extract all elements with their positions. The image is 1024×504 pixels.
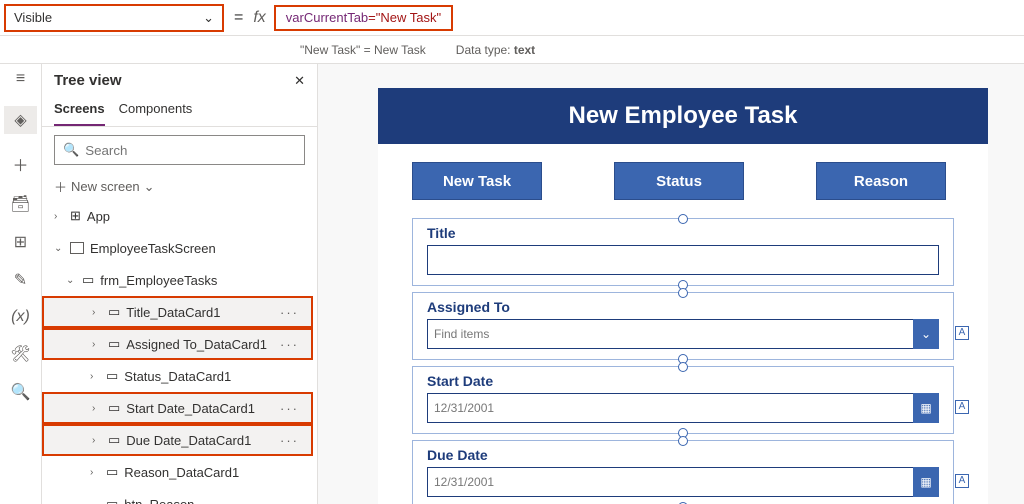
plus-icon[interactable]: ＋ <box>12 152 28 176</box>
data-icon[interactable]: 🗃 <box>10 194 30 214</box>
accessibility-badge: A <box>955 474 969 488</box>
card-start-date[interactable]: Start Date 12/31/2001▦ A <box>412 366 954 434</box>
tools-icon[interactable]: 🛠 <box>10 344 30 364</box>
card-label: Due Date <box>427 447 939 463</box>
card-assigned[interactable]: Assigned To Find items⌄ A <box>412 292 954 360</box>
search-field[interactable] <box>85 143 296 158</box>
variable-icon[interactable]: (x) <box>11 308 30 326</box>
card-title[interactable]: Title <box>412 218 954 286</box>
formula-string: ="New Task" <box>368 10 441 25</box>
start-date-picker[interactable]: 12/31/2001▦ <box>427 393 939 423</box>
tab-screens[interactable]: Screens <box>54 97 105 126</box>
tree-node-form[interactable]: ⌄▭frm_EmployeeTasks <box>42 264 317 296</box>
new-screen-button[interactable]: ＋ New screen ⌄ <box>42 173 317 200</box>
tree-node-assigned-card[interactable]: ›▭Assigned To_DataCard1··· <box>42 328 313 360</box>
tab-btn-new-task[interactable]: New Task <box>412 162 542 200</box>
hamburger-icon[interactable]: ≡ <box>16 70 25 88</box>
card-label: Assigned To <box>427 299 939 315</box>
tab-btn-reason[interactable]: Reason <box>816 162 946 200</box>
calendar-icon: ▦ <box>913 467 939 497</box>
chevron-down-icon: ⌄ <box>913 319 939 349</box>
tree-title: Tree view <box>54 72 122 89</box>
chevron-down-icon: ⌄ <box>144 179 155 195</box>
equals-sign: = <box>234 9 243 27</box>
tree-node-status-card[interactable]: ›▭Status_DataCard1 <box>42 360 317 392</box>
property-label: Visible <box>14 10 52 25</box>
title-input[interactable] <box>427 245 939 275</box>
formula-hint-left: "New Task" = New Task <box>300 43 426 57</box>
search-input[interactable]: 🔍 <box>54 135 305 165</box>
app-header: New Employee Task <box>378 88 988 144</box>
media-icon[interactable]: ⊞ <box>14 232 27 252</box>
fx-icon: fx <box>253 9 265 27</box>
tab-btn-status[interactable]: Status <box>614 162 744 200</box>
tree-node-app[interactable]: ›⊞App <box>42 200 317 232</box>
plus-icon: ＋ <box>54 177 67 196</box>
formula-bar[interactable]: varCurrentTab ="New Task" <box>274 5 453 31</box>
accessibility-badge: A <box>955 326 969 340</box>
left-rail: ≡ ◈ ＋ 🗃 ⊞ ✎ (x) 🛠 🔍 <box>0 64 42 504</box>
card-label: Title <box>427 225 939 241</box>
card-due-date[interactable]: Due Date 12/31/2001▦ A <box>412 440 954 504</box>
search-icon: 🔍 <box>63 142 79 158</box>
tree-view-panel: Tree view ✕ Screens Components 🔍 ＋ New s… <box>42 64 318 504</box>
canvas: New Employee Task New Task Status Reason… <box>318 64 1024 504</box>
due-date-picker[interactable]: 12/31/2001▦ <box>427 467 939 497</box>
card-label: Start Date <box>427 373 939 389</box>
tree-node-reason-card[interactable]: ›▭Reason_DataCard1 <box>42 456 317 488</box>
draw-icon[interactable]: ✎ <box>14 270 27 290</box>
tab-components[interactable]: Components <box>119 97 193 126</box>
assigned-combo[interactable]: Find items⌄ <box>427 319 939 349</box>
tree-node-screen[interactable]: ⌄EmployeeTaskScreen <box>42 232 317 264</box>
chevron-down-icon: ⌄ <box>203 10 214 26</box>
calendar-icon: ▦ <box>913 393 939 423</box>
close-icon[interactable]: ✕ <box>294 73 305 89</box>
formula-variable: varCurrentTab <box>286 10 368 25</box>
formula-hint-right: Data type: Data type: texttext <box>456 43 535 57</box>
tree-node-btn-reason[interactable]: ▭btn_Reason <box>42 488 317 504</box>
tree-node-due-card[interactable]: ›▭Due Date_DataCard1··· <box>42 424 313 456</box>
search-icon[interactable]: 🔍 <box>11 382 31 402</box>
property-dropdown[interactable]: Visible ⌄ <box>4 4 224 32</box>
accessibility-badge: A <box>955 400 969 414</box>
tree-node-start-card[interactable]: ›▭Start Date_DataCard1··· <box>42 392 313 424</box>
layers-icon[interactable]: ◈ <box>4 106 36 134</box>
tree-node-title-card[interactable]: ›▭Title_DataCard1··· <box>42 296 313 328</box>
